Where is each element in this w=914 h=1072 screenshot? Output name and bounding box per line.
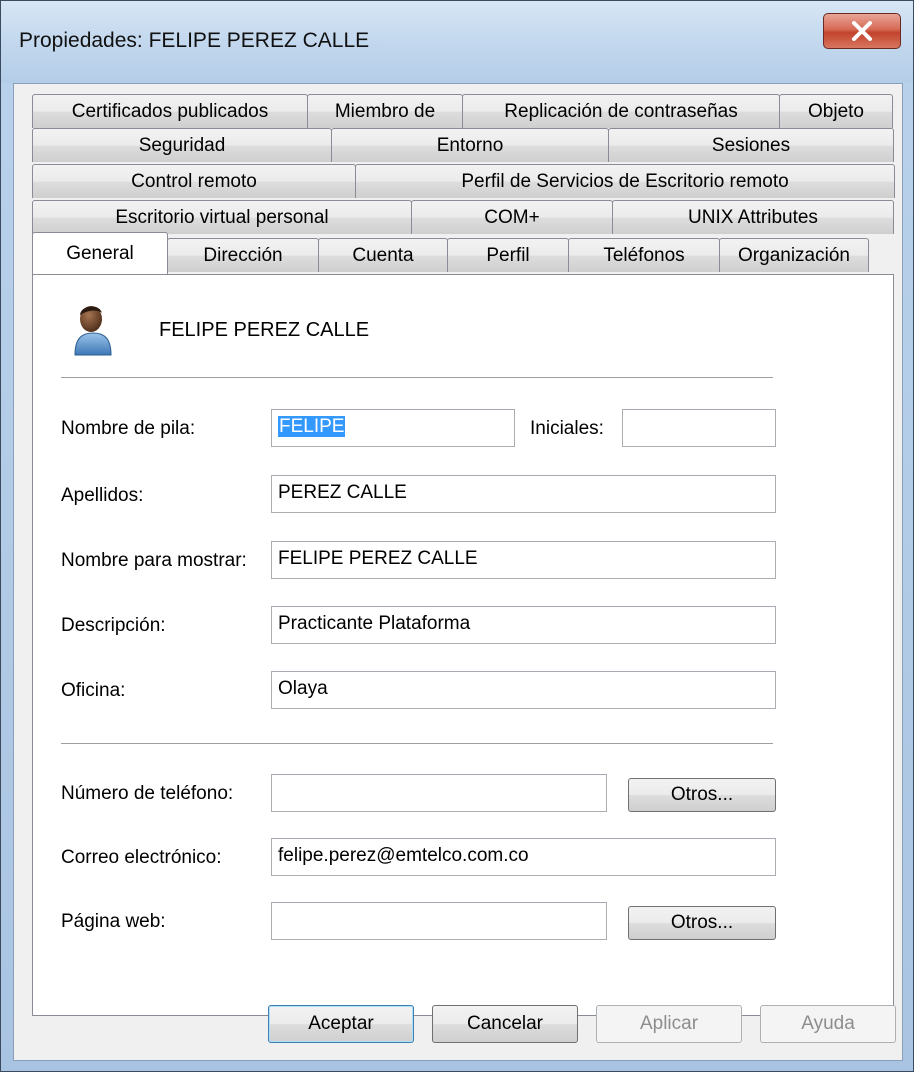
tab-unix-attributes[interactable]: UNIX Attributes bbox=[612, 200, 894, 234]
last-name-field[interactable]: PEREZ CALLE bbox=[271, 475, 776, 513]
tab-row-4: Escritorio virtual personal COM+ UNIX At… bbox=[32, 200, 894, 234]
user-icon bbox=[74, 306, 112, 356]
display-name-label: Nombre para mostrar: bbox=[61, 550, 247, 571]
properties-dialog: Propiedades: FELIPE PEREZ CALLE Certific… bbox=[0, 0, 914, 1072]
tab-entorno[interactable]: Entorno bbox=[331, 128, 609, 162]
separator bbox=[61, 743, 773, 744]
tab-direccion[interactable]: Dirección bbox=[167, 238, 319, 272]
office-field[interactable]: Olaya bbox=[271, 671, 776, 709]
tab-sesiones[interactable]: Sesiones bbox=[608, 128, 894, 162]
description-field[interactable]: Practicante Plataforma bbox=[271, 606, 776, 644]
first-name-field[interactable]: FELIPE bbox=[271, 409, 515, 447]
tab-organizacion[interactable]: Organización bbox=[719, 238, 869, 272]
first-name-label: Nombre de pila: bbox=[61, 418, 196, 439]
email-field[interactable]: felipe.perez@emtelco.com.co bbox=[271, 838, 776, 876]
web-page-field[interactable] bbox=[271, 902, 607, 940]
phone-label: Número de teléfono: bbox=[61, 783, 234, 804]
first-name-value: FELIPE bbox=[278, 416, 346, 437]
tab-cuenta[interactable]: Cuenta bbox=[318, 238, 448, 272]
tab-objeto[interactable]: Objeto bbox=[779, 94, 893, 128]
phone-other-button[interactable]: Otros... bbox=[628, 778, 776, 812]
apply-button[interactable]: Aplicar bbox=[596, 1005, 742, 1043]
tab-row-1: Certificados publicados Miembro de Repli… bbox=[32, 94, 894, 128]
tab-row-5: General Dirección Cuenta Perfil Teléfono… bbox=[32, 232, 894, 274]
tab-miembro-de[interactable]: Miembro de bbox=[307, 94, 463, 128]
tab-telefonos[interactable]: Teléfonos bbox=[568, 238, 720, 272]
phone-field[interactable] bbox=[271, 774, 607, 812]
tab-row-3: Control remoto Perfil de Servicios de Es… bbox=[32, 164, 895, 198]
last-name-label: Apellidos: bbox=[61, 485, 144, 506]
email-label: Correo electrónico: bbox=[61, 847, 222, 868]
tab-perfil-servicios-escritorio-remoto[interactable]: Perfil de Servicios de Escritorio remoto bbox=[355, 164, 895, 198]
tab-seguridad[interactable]: Seguridad bbox=[32, 128, 332, 162]
office-label: Oficina: bbox=[61, 680, 126, 701]
close-button[interactable] bbox=[823, 13, 901, 49]
initials-label: Iniciales: bbox=[530, 418, 604, 439]
tab-row-2: Seguridad Entorno Sesiones bbox=[32, 128, 894, 162]
general-tab-panel: FELIPE PEREZ CALLE Nombre de pila: FELIP… bbox=[32, 274, 894, 1016]
user-display-heading: FELIPE PEREZ CALLE bbox=[159, 319, 370, 341]
close-icon bbox=[852, 21, 872, 41]
dialog-body: Certificados publicados Miembro de Repli… bbox=[13, 83, 903, 1061]
web-page-label: Página web: bbox=[61, 911, 166, 932]
tab-replicacion-contrasenas[interactable]: Replicación de contraseñas bbox=[462, 94, 780, 128]
display-name-field[interactable]: FELIPE PEREZ CALLE bbox=[271, 541, 776, 579]
ok-button[interactable]: Aceptar bbox=[268, 1005, 414, 1043]
tab-control-remoto[interactable]: Control remoto bbox=[32, 164, 356, 198]
help-button[interactable]: Ayuda bbox=[760, 1005, 896, 1043]
initials-field[interactable] bbox=[622, 409, 776, 447]
window-title: Propiedades: FELIPE PEREZ CALLE bbox=[19, 29, 370, 52]
tab-certificados-publicados[interactable]: Certificados publicados bbox=[32, 94, 308, 128]
description-label: Descripción: bbox=[61, 615, 166, 636]
separator bbox=[61, 377, 773, 378]
tab-escritorio-virtual-personal[interactable]: Escritorio virtual personal bbox=[32, 200, 412, 234]
tab-com-plus[interactable]: COM+ bbox=[411, 200, 613, 234]
web-page-other-button[interactable]: Otros... bbox=[628, 906, 776, 940]
tab-perfil[interactable]: Perfil bbox=[447, 238, 569, 272]
tab-general[interactable]: General bbox=[32, 232, 168, 274]
title-bar[interactable]: Propiedades: FELIPE PEREZ CALLE bbox=[1, 1, 913, 83]
cancel-button[interactable]: Cancelar bbox=[432, 1005, 578, 1043]
